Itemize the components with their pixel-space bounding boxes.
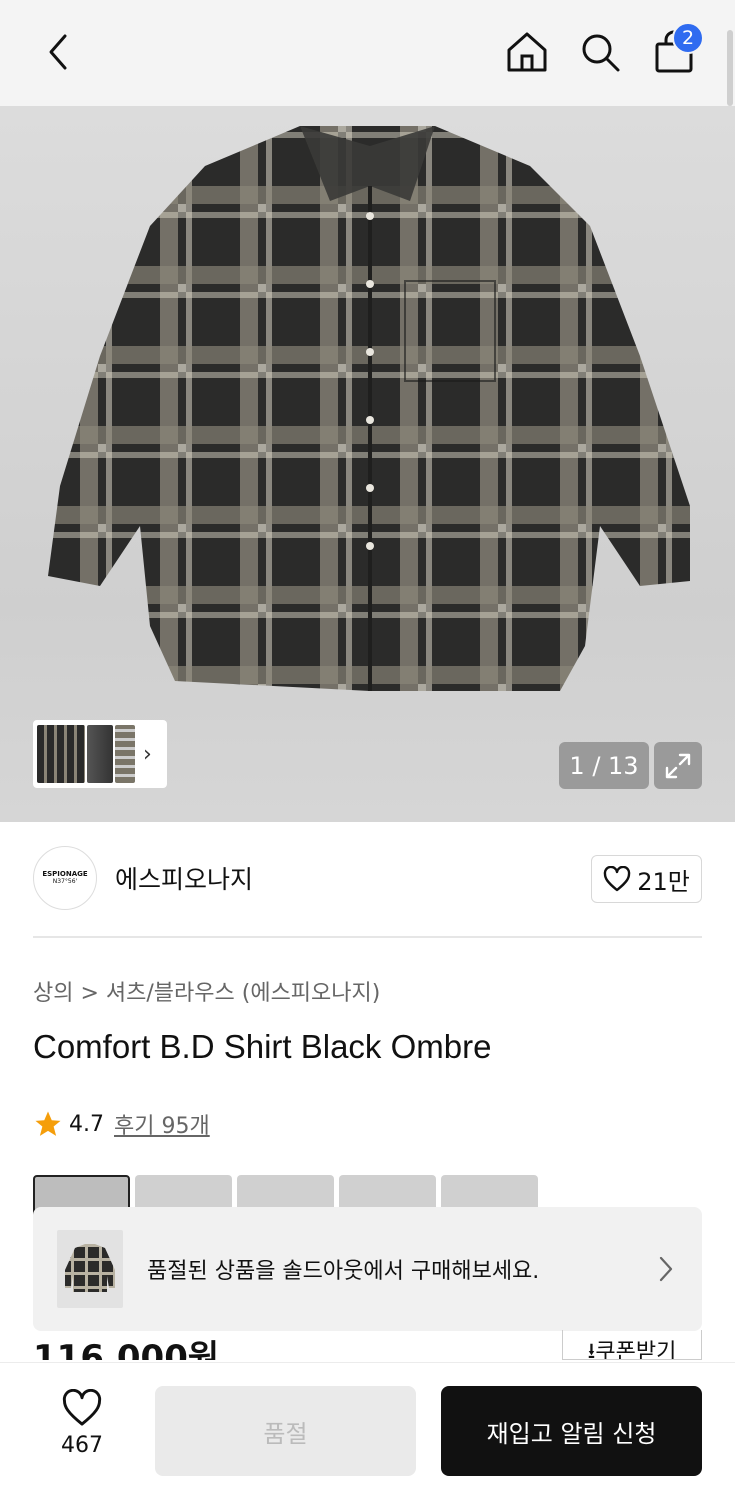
divider bbox=[33, 936, 702, 938]
scrollbar[interactable] bbox=[727, 30, 733, 106]
reviews-link[interactable]: 후기 95개 bbox=[114, 1108, 210, 1140]
thumbnail-1[interactable] bbox=[37, 725, 85, 783]
cart-count-badge: 2 bbox=[672, 22, 704, 54]
thumbnail-3[interactable] bbox=[115, 725, 135, 783]
brand-logo-sub: N37°56' bbox=[52, 877, 78, 885]
back-button[interactable] bbox=[30, 24, 86, 80]
top-navigation-bar: 2 bbox=[0, 0, 735, 106]
search-button[interactable] bbox=[572, 24, 628, 80]
thumbnail-strip[interactable]: › bbox=[33, 720, 167, 788]
home-button[interactable] bbox=[499, 24, 555, 80]
chevron-left-icon bbox=[49, 34, 67, 70]
product-price: 116,000원 bbox=[33, 1338, 220, 1360]
search-icon bbox=[582, 34, 620, 72]
thumbnail-2[interactable] bbox=[87, 725, 113, 783]
rating-value: 4.7 bbox=[69, 1111, 104, 1137]
chevron-right-icon[interactable]: › bbox=[143, 742, 152, 767]
expand-image-button[interactable] bbox=[654, 742, 702, 789]
breadcrumb[interactable]: 상의 > 셔츠/블라우스 (에스피오나지) bbox=[33, 975, 380, 1007]
home-icon bbox=[507, 32, 547, 72]
expand-icon bbox=[665, 753, 691, 778]
wishlist-button[interactable]: 467 bbox=[40, 1388, 124, 1458]
chevron-right-icon bbox=[659, 1256, 673, 1282]
coupon-label: 쿠폰받기 bbox=[595, 1340, 677, 1360]
soldout-banner-image bbox=[57, 1230, 123, 1308]
soldout-button[interactable]: 품절 bbox=[155, 1386, 416, 1476]
heart-icon bbox=[62, 1388, 102, 1426]
soldout-banner-text: 품절된 상품을 솔드아웃에서 구매해보세요. bbox=[147, 1259, 540, 1284]
star-icon bbox=[35, 1111, 61, 1136]
brand-name[interactable]: 에스피오나지 bbox=[115, 860, 253, 896]
bottom-action-bar: 467 품절 재입고 알림 신청 bbox=[0, 1362, 735, 1500]
restock-alert-button[interactable]: 재입고 알림 신청 bbox=[441, 1386, 702, 1476]
heart-icon bbox=[603, 866, 631, 892]
product-image-carousel[interactable]: › 1 / 13 bbox=[0, 106, 735, 822]
product-image bbox=[48, 126, 690, 691]
cart-button[interactable]: 2 bbox=[646, 22, 704, 80]
brand-row[interactable]: ESPIONAGE N37°56' 에스피오나지 21만 bbox=[33, 846, 702, 912]
image-counter: 1 / 13 bbox=[559, 742, 649, 789]
rating-row: 4.7 후기 95개 bbox=[33, 1108, 210, 1140]
download-icon: ⭳ bbox=[587, 1339, 596, 1360]
coupon-button[interactable]: ⭳ 쿠폰받기 bbox=[562, 1330, 702, 1360]
product-title: Comfort B.D Shirt Black Ombre bbox=[33, 1028, 492, 1065]
wishlist-count: 467 bbox=[61, 1433, 103, 1458]
soldout-banner[interactable]: 품절된 상품을 솔드아웃에서 구매해보세요. bbox=[33, 1207, 702, 1331]
shirt-thumbnail bbox=[65, 1244, 115, 1292]
brand-like-count: 21만 bbox=[637, 867, 690, 896]
brand-like-button[interactable]: 21만 bbox=[591, 855, 702, 903]
brand-logo[interactable]: ESPIONAGE N37°56' bbox=[33, 846, 97, 910]
